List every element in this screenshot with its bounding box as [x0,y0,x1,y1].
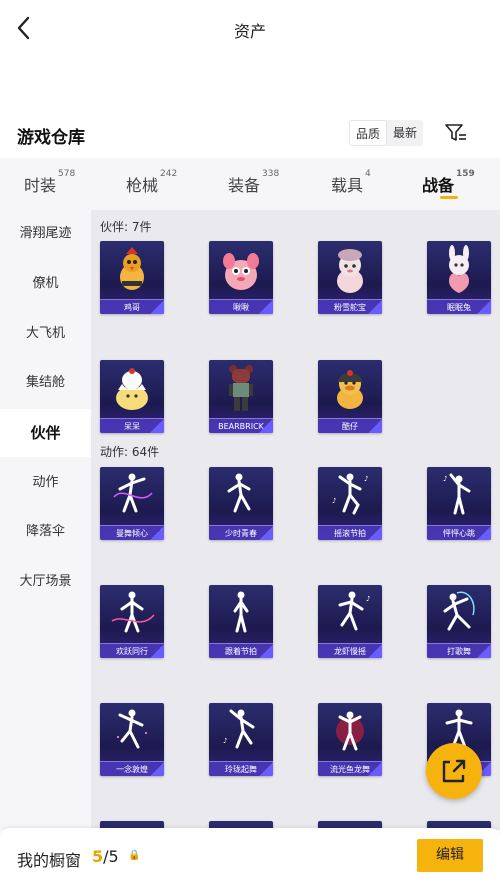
card-corner-decoration [150,644,164,658]
action-card[interactable]: 跟着节拍 [209,585,273,658]
dancer-silhouette-icon [113,473,153,513]
dancer-silhouette-icon: ♪ [443,473,471,515]
dancer-silhouette-icon: ♪ [223,709,255,749]
partner-card[interactable]: 呆呆 [100,360,164,433]
dancer-silhouette-icon: ♪ [338,591,370,631]
helmet-duck-icon [337,370,363,409]
egg-chick-icon [116,368,148,410]
action-card[interactable]: 打歌舞 [427,585,491,658]
category-tabs: 时装578 枪械242 装备338 载具4 战备159 [0,158,500,210]
card-corner-decoration [477,300,491,314]
partners-group-label: 伙伴: 7件 [100,220,152,234]
card-corner-decoration [259,762,273,776]
tab-vehicles[interactable]: 载具4 [331,169,371,196]
partner-card[interactable]: 鸡哥 [100,241,164,314]
action-card[interactable]: ♪ ♪ 摇滚节拍 [318,467,382,540]
svg-text:♪: ♪ [366,595,370,603]
card-corner-decoration [368,419,382,433]
action-card[interactable]: ♪ 怦怦心跳 [427,467,491,540]
tab-guns[interactable]: 枪械242 [126,169,177,196]
action-card[interactable]: 曼舞倾心 [100,467,164,540]
card-corner-decoration [259,644,273,658]
card-corner-decoration [150,300,164,314]
actions-group-label: 动作: 64件 [100,445,160,459]
filter-icon[interactable] [444,122,468,144]
action-card[interactable]: 少时青春 [209,467,273,540]
showcase-bar: 我的橱窗 5/5 🔒 编辑 [0,828,500,885]
bunny-heart-icon [449,245,469,293]
card-corner-decoration [368,300,382,314]
dancer-silhouette-icon: ♪♪ [332,473,368,515]
snow-doll-icon [337,249,363,293]
card-corner-decoration [259,419,273,433]
action-card[interactable]: ♪ 玲珑起舞 [209,703,273,776]
sidebar-item-glide-trail[interactable]: 滑翔尾迹 [0,210,91,258]
sidebar-item-wingman[interactable]: 僚机 [0,260,91,308]
sidebar-item-lobby-scene[interactable]: 大厅场景 [0,558,91,606]
card-corner-decoration [259,526,273,540]
sort-newest-option[interactable]: 最新 [387,120,423,146]
tab-combat-gear[interactable]: 战备159 [422,169,475,196]
sidebar-item-partner[interactable]: 伙伴 [0,409,91,457]
sidebar-item-big-plane[interactable]: 大飞机 [0,310,91,358]
sidebar: 滑翔尾迹 僚机 大飞机 集结舱 伙伴 动作 降落伞 大厅场景 [0,210,91,830]
top-bar: 资产 [0,0,500,58]
card-corner-decoration [259,300,273,314]
dancer-silhouette-icon [336,711,364,751]
card-corner-decoration [477,644,491,658]
action-card[interactable]: 流光鱼龙舞 [318,703,382,776]
dancer-silhouette-icon [233,591,249,633]
showcase-count: 5/5 [92,847,119,866]
bearbrick-icon [229,365,253,411]
action-card[interactable]: 一念敦煌 [100,703,164,776]
pink-creature-icon [223,253,259,290]
warehouse-title: 游戏仓库 [17,128,85,148]
card-corner-decoration [150,526,164,540]
dancer-silhouette-icon [111,591,155,633]
page-title: 资产 [233,22,266,41]
tab-fashion[interactable]: 时装578 [24,169,75,196]
partner-card[interactable]: 眠眠兔 [427,241,491,314]
card-corner-decoration [368,762,382,776]
sidebar-item-parachute[interactable]: 降落伞 [0,508,91,556]
edit-button[interactable]: 编辑 [417,839,483,872]
svg-text:♪: ♪ [223,737,227,745]
sort-quality-option[interactable]: 品质 [349,120,388,146]
svg-text:♪: ♪ [332,497,336,505]
dancer-silhouette-icon [117,709,147,749]
svg-text:♪: ♪ [364,475,368,483]
sidebar-item-action[interactable]: 动作 [0,459,91,507]
sort-toggle: 品质 最新 [349,120,424,146]
tab-equipment[interactable]: 装备338 [228,169,279,196]
showcase-label: 我的橱窗 [17,851,82,870]
partner-card[interactable]: BEARBRICK [209,360,273,433]
share-button[interactable] [426,743,482,799]
partner-card[interactable]: 啾啾 [209,241,273,314]
action-card[interactable]: ♪ 龙虾慢摇 [318,585,382,658]
card-corner-decoration [368,526,382,540]
card-corner-decoration [477,526,491,540]
svg-text:♪: ♪ [443,475,447,483]
card-corner-decoration [368,644,382,658]
item-grid: 伙伴: 7件 鸡哥 啾啾 粉雪舵宝 眠眠兔 呆呆 BEARBRICK 酷仔 动作… [91,210,500,830]
dancer-silhouette-icon [227,473,251,513]
dancer-silhouette-icon [443,591,475,631]
chicken-figure-icon [120,247,144,290]
partner-card[interactable]: 粉雪舵宝 [318,241,382,314]
sidebar-item-assembly-pod[interactable]: 集结舱 [0,359,91,407]
action-card[interactable]: 欢跃同行 [100,585,164,658]
active-tab-indicator [440,196,458,199]
partner-card[interactable]: 酷仔 [318,360,382,433]
card-corner-decoration [150,762,164,776]
external-link-icon [442,759,466,783]
card-corner-decoration [150,419,164,433]
lock-icon: 🔒 [128,850,141,861]
